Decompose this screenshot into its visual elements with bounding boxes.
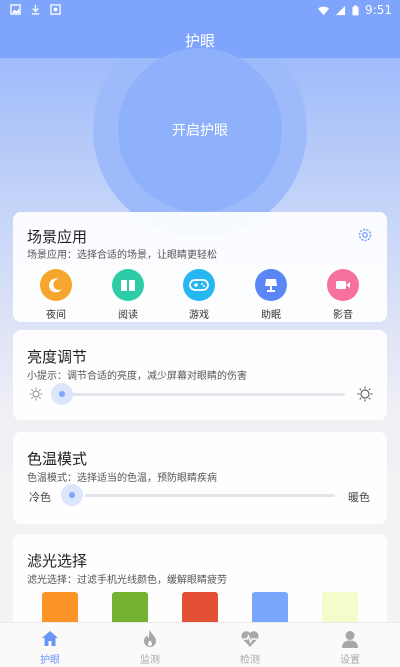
color-temp-card: 色温模式 色温模式：选择适当的色温，预防眼睛疾病 冷色 暖色 [13,432,387,524]
cold-label: 冷色 [29,491,51,504]
brightness-title: 亮度调节 [27,348,88,366]
flame-icon [144,630,156,647]
color-temp-title: 色温模式 [27,450,88,468]
tab-check[interactable]: 检测 [220,629,280,666]
brightness-card: 亮度调节 小提示：调节合适的亮度，减少屏幕对眼睛的伤害 [13,330,387,420]
record-icon [50,4,61,15]
signal-icon [335,5,346,15]
color-temp-slider-thumb[interactable] [61,484,83,506]
scene-sleep-label: 助眠 [261,310,281,321]
brightness-low-icon [29,387,43,401]
home-icon [42,631,58,646]
tab-eye-protection[interactable]: 护眼 [20,629,80,666]
color-temp-track[interactable] [85,494,335,497]
enable-eye-protection-label: 开启护眼 [172,123,228,139]
settings-gear-icon[interactable] [357,227,373,243]
scene-title: 场景应用 [27,228,88,246]
status-bar: 9:51 [0,0,400,22]
brightness-slider-thumb[interactable] [51,383,73,405]
wifi-icon [318,6,330,15]
user-icon [342,631,358,648]
tab-check-label: 检测 [240,655,260,666]
brightness-high-icon [357,386,373,402]
bottom-tab-bar: 护眼 监测 检测 设置 [0,622,400,667]
battery-icon [352,4,359,15]
video-icon [336,281,350,289]
tab-settings-label: 设置 [340,655,360,666]
filter-title: 滤光选择 [27,552,88,570]
download-icon [31,4,40,15]
tab-settings[interactable]: 设置 [320,629,380,666]
filter-card: 滤光选择 滤光选择：过滤手机光线颜色，缓解眼睛疲劳 [13,534,387,634]
scene-night-label: 夜间 [46,310,66,321]
filter-subtitle: 滤光选择：过滤手机光线颜色，缓解眼睛疲劳 [27,575,227,586]
gamepad-icon [189,279,209,291]
brightness-track[interactable] [63,393,345,396]
tab-monitor[interactable]: 监测 [120,629,180,666]
enable-eye-protection-button[interactable]: 开启护眼 [118,48,282,212]
scene-game-label: 游戏 [189,310,209,321]
scene-video[interactable]: 影音 [323,269,363,321]
image-icon [10,4,21,15]
tab-monitor-label: 监测 [140,655,160,666]
warm-label: 暖色 [348,491,370,504]
lamp-icon [265,279,277,292]
scene-night[interactable]: 夜间 [36,269,76,321]
heart-pulse-icon [241,631,259,647]
tab-eye-protection-label: 护眼 [40,655,60,666]
scene-video-label: 影音 [333,310,353,321]
moon-icon [49,278,62,293]
scene-reading[interactable]: 阅读 [108,269,148,321]
scene-sleep[interactable]: 助眠 [251,269,291,321]
brightness-subtitle: 小提示：调节合适的亮度，减少屏幕对眼睛的伤害 [27,371,247,382]
scene-reading-label: 阅读 [118,310,138,321]
scene-game[interactable]: 游戏 [179,269,219,321]
color-temp-subtitle: 色温模式：选择适当的色温，预防眼睛疾病 [27,473,217,484]
scene-subtitle: 场景应用：选择合适的场景，让眼睛更轻松 [27,250,217,261]
status-time: 9:51 [365,3,392,17]
book-icon [121,280,135,291]
scene-card: 场景应用 场景应用：选择合适的场景，让眼睛更轻松 夜间 阅读 游戏 助眠 影音 [13,212,387,322]
